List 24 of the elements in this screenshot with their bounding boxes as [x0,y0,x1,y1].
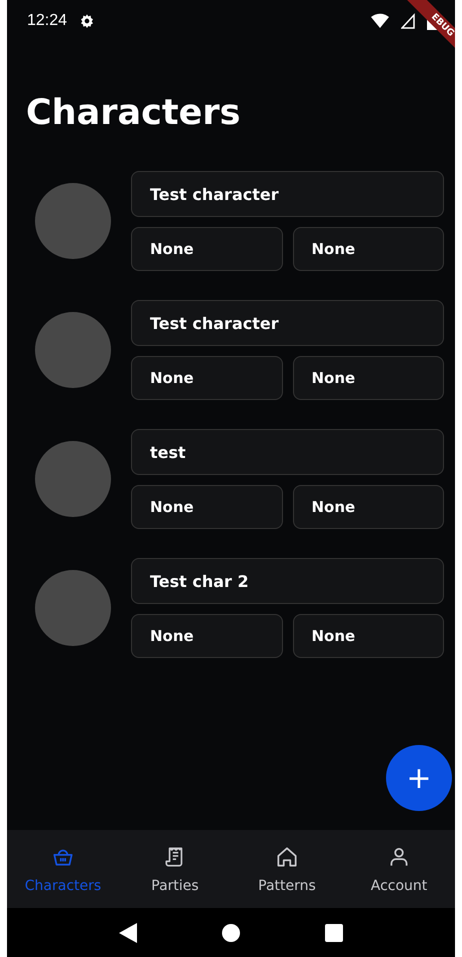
nav-tab[interactable]: Account [343,830,455,908]
name-field[interactable]: Test char 2 [131,558,444,604]
page-title: Characters [26,96,242,131]
back-icon[interactable] [119,922,138,942]
select-field[interactable]: None [131,485,282,529]
status-time: 12:24 [27,12,68,30]
home-icon[interactable] [222,924,240,942]
select-field[interactable]: None [292,485,444,529]
signal-icon [401,13,415,29]
nav-tab[interactable]: Parties [119,830,231,908]
select-field[interactable]: None [131,356,282,400]
select-field[interactable]: None [292,356,444,400]
name-field[interactable]: Test character [131,171,444,217]
add-button[interactable]: + [386,745,452,811]
select-field[interactable]: None [131,614,282,658]
name-field[interactable]: Test character [131,300,444,346]
select-field[interactable]: None [131,227,282,271]
nav-tab[interactable]: Patterns [231,830,343,908]
gear-icon [79,13,96,29]
name-field[interactable]: test [131,429,444,475]
wifi-icon [371,13,389,29]
select-field[interactable]: None [292,227,444,271]
select-field[interactable]: None [292,614,444,658]
recents-icon[interactable] [324,924,343,942]
